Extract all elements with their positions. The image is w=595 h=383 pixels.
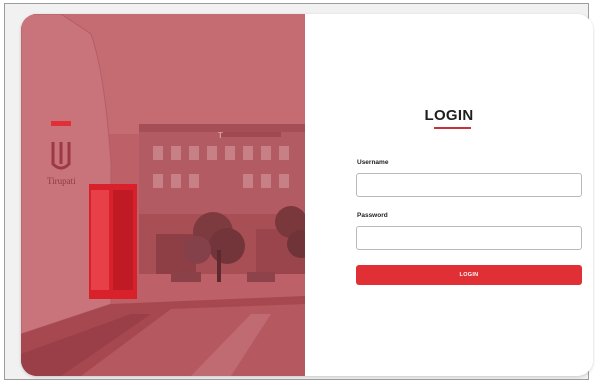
username-input[interactable] — [356, 173, 582, 197]
login-title: LOGIN — [424, 107, 474, 124]
username-label: Username — [357, 159, 389, 166]
campus-building-image: T Tirupati — [21, 14, 305, 376]
login-title-underline — [434, 127, 471, 129]
login-button[interactable]: LOGIN — [356, 265, 582, 285]
password-input[interactable] — [356, 226, 582, 250]
login-card: T Tirupati LOGIN Username Password LOGIN — [21, 14, 593, 376]
building-sign-text: T — [218, 131, 223, 140]
login-form-panel: LOGIN Username Password LOGIN — [305, 14, 593, 376]
campus-photo: T Tirupati — [21, 14, 305, 376]
campus-wall-sign: Tirupati — [47, 176, 76, 186]
password-label: Password — [357, 212, 388, 219]
